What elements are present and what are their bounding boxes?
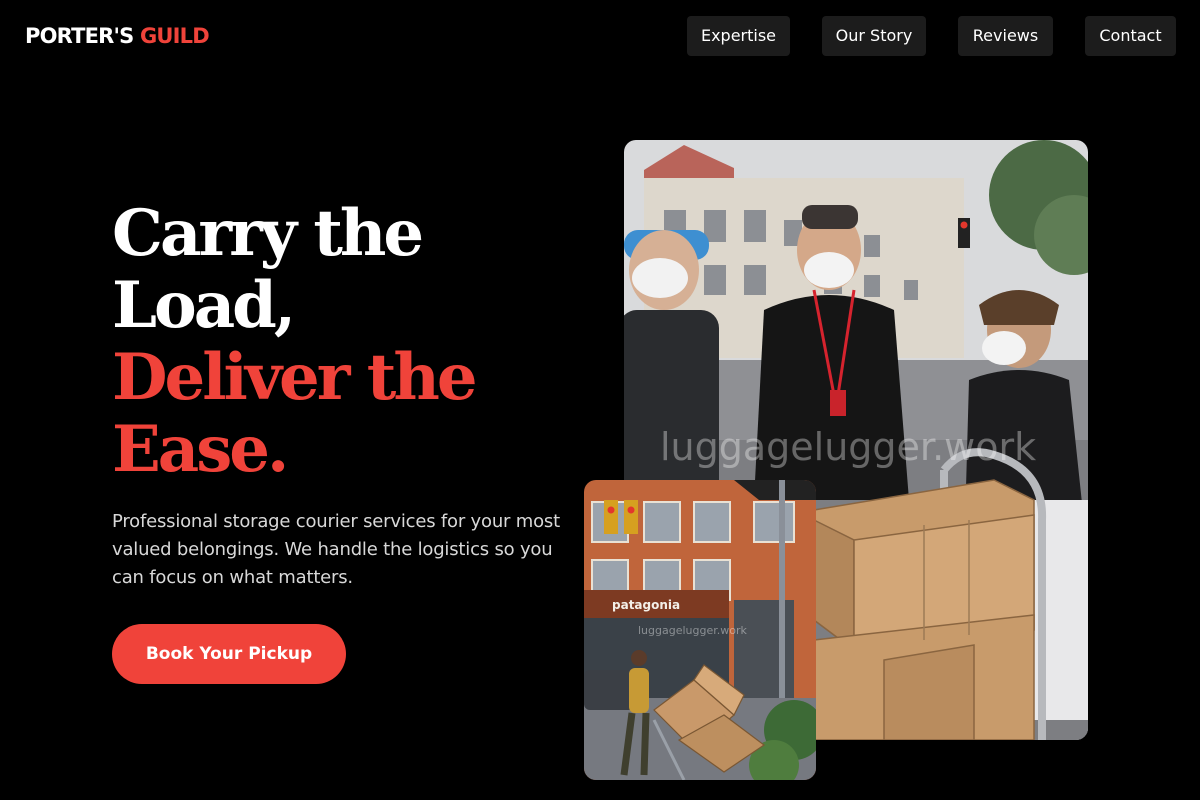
brand-logo[interactable]: PORTER'S GUILD: [25, 21, 210, 51]
headline-line-4: Ease.: [112, 412, 289, 487]
book-pickup-button[interactable]: Book Your Pickup: [112, 624, 346, 684]
headline-line-2: Load,: [112, 268, 296, 343]
brand-name-part1: PORTER'S: [25, 24, 134, 48]
nav-expertise-button[interactable]: Expertise: [687, 16, 790, 56]
brand-name-part2: GUILD: [139, 24, 210, 48]
hero-secondary-photo: patagonia luggagelugger.work: [584, 480, 816, 780]
secondary-photo-watermark: luggagelugger.work: [638, 624, 748, 637]
nav-our-story-button[interactable]: Our Story: [822, 16, 926, 56]
nav-contact-button[interactable]: Contact: [1085, 16, 1176, 56]
headline-line-3: Deliver the: [112, 340, 478, 415]
headline-line-1: Carry the: [112, 196, 424, 271]
site-header: PORTER'S GUILD Expertise Our Story Revie…: [0, 0, 1200, 72]
nav-reviews-button[interactable]: Reviews: [958, 16, 1053, 56]
hero-subtext: Professional storage courier services fo…: [112, 511, 560, 588]
store-sign: patagonia: [612, 598, 680, 612]
main-photo-watermark: luggagelugger.work: [660, 425, 1036, 469]
hero-headline: Carry the Load, Deliver the Ease.: [112, 198, 592, 486]
